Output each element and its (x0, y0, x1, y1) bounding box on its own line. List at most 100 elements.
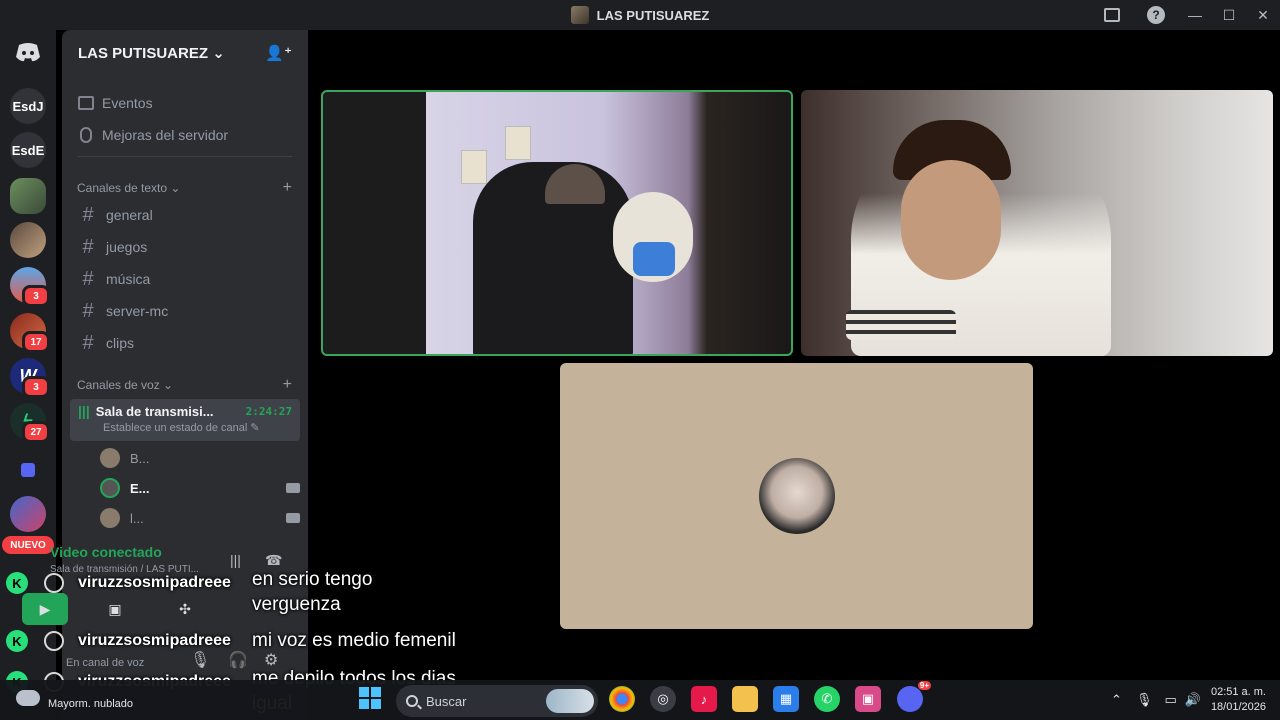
subtitle-username: viruzzsosmipadreee (78, 574, 231, 591)
minimize-button[interactable]: — (1178, 0, 1212, 30)
chrome-icon[interactable] (609, 686, 635, 712)
teddy-bear-shape (613, 192, 693, 282)
mention-badge: 3 (22, 285, 50, 307)
voice-timer: 2:24:27 (245, 404, 292, 418)
server-icon (570, 6, 589, 24)
network-icon[interactable]: ▭ (1164, 692, 1176, 708)
video-tile[interactable] (801, 90, 1273, 356)
add-channel-icon[interactable]: + (283, 376, 292, 394)
user-icon (44, 573, 64, 593)
pencil-icon[interactable]: ✎ (250, 422, 259, 434)
weather-widget[interactable]: Mayorm. nublado (16, 686, 133, 710)
avatar (758, 458, 835, 534)
server-3[interactable] (10, 178, 46, 214)
search-highlight-image (546, 689, 594, 713)
mention-badge: 3 (22, 376, 50, 398)
subtitle-text: mi voz es medio femenil (252, 630, 456, 651)
obs-icon[interactable]: ◎ (650, 686, 676, 712)
server-8[interactable]: ϟ27 (10, 403, 50, 443)
taskbar: Mayorm. nublado Buscar ◎ ♪ ▦ ✆ ▣ 9+ ⌃ 🎙 … (0, 680, 1280, 720)
discord-home-icon[interactable] (10, 34, 46, 70)
taskbar-search[interactable]: Buscar (396, 685, 598, 717)
menu-boost-label: Mejoras del servidor (102, 127, 229, 143)
kick-badge-icon: K (6, 572, 28, 594)
store-icon[interactable]: ▦ (773, 686, 799, 712)
file-explorer-icon[interactable] (732, 686, 758, 712)
server-9[interactable] (10, 496, 46, 532)
voice-channel-name: Sala de transmisi... (95, 403, 214, 419)
connection-status: Video conectado (50, 544, 162, 560)
channel-clips[interactable]: # clips (70, 328, 300, 358)
clock-time: 02:51 a. m. (1210, 686, 1266, 698)
chevron-up-icon[interactable]: ⌃ (1111, 692, 1122, 708)
voice-user[interactable]: B... (100, 445, 300, 471)
subtitle-text: en serio tengo (252, 569, 373, 590)
menu-events[interactable]: Eventos (70, 88, 300, 118)
discord-icon[interactable]: 9+ (897, 681, 931, 712)
camera-icon (286, 483, 300, 493)
user-icon (44, 631, 64, 651)
guild-name: LAS PUTISUAREZ (78, 45, 209, 62)
inbox-icon[interactable] (1090, 0, 1134, 30)
category-voice-channels[interactable]: Canales de voz ⌄ + (70, 375, 300, 395)
server-6[interactable]: 17 (10, 313, 50, 353)
wall-poster (505, 126, 531, 160)
avatar (100, 478, 120, 498)
menu-server-boost[interactable]: Mejoras del servidor (70, 120, 300, 150)
voice-user[interactable]: l... (100, 505, 300, 531)
tiktok-icon[interactable]: ♪ (691, 686, 717, 712)
title-bar: LAS PUTISUAREZ ? — ☐ ✕ (0, 0, 1280, 30)
avatar (100, 508, 120, 528)
avatar-tile[interactable] (560, 363, 1033, 629)
avatar (100, 448, 120, 468)
voice-channel-active[interactable]: ||| Sala de transmisi... 2:24:27 Estable… (70, 399, 300, 441)
microphone-icon[interactable]: 🎙 (1136, 692, 1153, 708)
voice-user[interactable]: E... (100, 475, 300, 501)
folder-icon[interactable] (10, 452, 46, 488)
hash-icon: # (82, 267, 94, 290)
start-button[interactable] (359, 687, 381, 709)
help-icon[interactable]: ? (1134, 0, 1178, 30)
channel-server-mc[interactable]: # server-mc (70, 296, 300, 326)
whatsapp-icon[interactable]: ✆ (814, 686, 840, 712)
kick-badge-icon: K (6, 630, 28, 652)
menu-events-label: Eventos (102, 95, 153, 111)
server-4[interactable] (10, 222, 46, 258)
app-icon[interactable]: ▣ (855, 686, 881, 712)
hash-icon: # (82, 331, 94, 354)
notification-badge: 9+ (917, 681, 931, 690)
channel-musica[interactable]: # música (70, 264, 300, 294)
subtitle-line: K viruzzsosmipadreee (0, 630, 231, 652)
add-member-icon[interactable]: 👤⁺ (265, 44, 292, 62)
system-tray: ⌃ 🎙 ▭ 🔊 02:51 a. m. 18/01/2026 (1111, 680, 1280, 720)
chevron-down-icon: ⌄ (212, 45, 225, 62)
wall-poster (461, 150, 487, 184)
add-channel-icon[interactable]: + (283, 179, 292, 197)
calendar-icon (78, 96, 94, 110)
guild-header[interactable]: LAS PUTISUAREZ ⌄ 👤⁺ (62, 30, 308, 76)
sweater-stripes (846, 310, 956, 340)
server-esde[interactable]: EsdE (10, 132, 46, 168)
channel-status-text[interactable]: Establece un estado de canal (103, 422, 247, 434)
maximize-button[interactable]: ☐ (1212, 0, 1246, 30)
close-button[interactable]: ✕ (1246, 0, 1280, 30)
window-title: LAS PUTISUAREZ (570, 6, 709, 24)
weather-text: Mayorm. nublado (48, 698, 133, 710)
voice-stream-icon: ||| (78, 403, 90, 419)
boost-icon (80, 127, 92, 143)
hash-icon: # (82, 203, 94, 226)
category-text-channels[interactable]: Canales de texto ⌄ + (70, 178, 300, 198)
channel-general[interactable]: # general (70, 200, 300, 230)
channel-juegos[interactable]: # juegos (70, 232, 300, 262)
server-esdj[interactable]: EsdJ (10, 88, 46, 124)
clock[interactable]: 02:51 a. m. 18/01/2026 (1211, 685, 1266, 715)
cloud-icon (16, 690, 40, 706)
video-tile-speaking[interactable] (321, 90, 793, 356)
volume-icon[interactable]: 🔊 (1185, 692, 1201, 708)
subtitle-username: viruzzsosmipadreee (78, 632, 231, 649)
hash-icon: # (82, 235, 94, 258)
server-7[interactable]: W3 (10, 358, 50, 398)
search-icon (406, 695, 418, 707)
server-5[interactable]: 3 (10, 267, 50, 307)
hash-icon: # (82, 299, 94, 322)
